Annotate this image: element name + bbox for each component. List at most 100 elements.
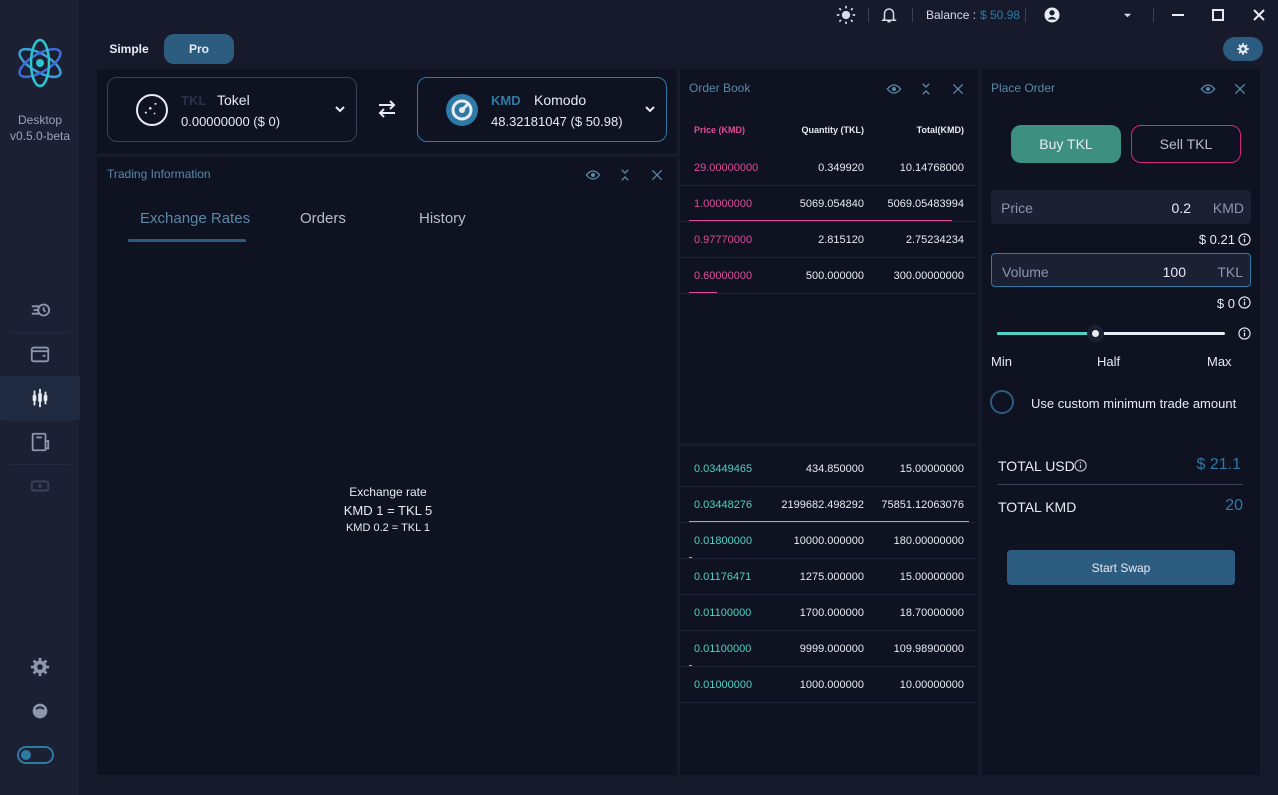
order-quantity: 2199682.498292 <box>781 499 864 511</box>
info-icon[interactable] <box>1238 327 1251 345</box>
tab-exchange-rates[interactable]: Exchange Rates <box>140 210 250 227</box>
swap-pair-icon[interactable] <box>376 99 398 119</box>
addressbook-icon[interactable] <box>0 420 80 464</box>
trading-information-title: Trading Information <box>107 167 211 181</box>
eye-icon[interactable] <box>585 167 601 183</box>
order-quantity: 2.815120 <box>818 234 864 246</box>
custom-min-radio[interactable] <box>990 390 1014 414</box>
info-icon[interactable] <box>1074 459 1087 477</box>
user-icon[interactable] <box>1043 0 1061 30</box>
bid-order-row[interactable]: 0.01176471 1275.000000 15.00000000 <box>680 559 978 595</box>
base-ticker-selector[interactable]: TKL Tokel 0.00000000 ($ 0) <box>107 77 357 142</box>
bid-order-row[interactable]: 0.03448276 2199682.498292 75851.12063076 <box>680 487 978 523</box>
rel-name: Komodo <box>534 92 587 108</box>
volume-field[interactable]: Volume 100 TKL <box>991 253 1251 287</box>
app-version: v0.5.0-beta <box>9 129 71 143</box>
order-price: 0.03448276 <box>694 499 753 511</box>
header-total: Total(KMD) <box>916 125 964 135</box>
eye-icon[interactable] <box>1200 81 1216 97</box>
tab-orders[interactable]: Orders <box>300 210 346 227</box>
toggle-knob <box>21 750 31 760</box>
maximize-icon[interactable] <box>1212 0 1224 30</box>
total-usd-label: TOTAL USD <box>998 458 1075 474</box>
base-amount: 0.00000000 ($ 0) <box>181 114 281 129</box>
price-label: Price <box>1001 200 1033 216</box>
order-total: 180.00000000 <box>893 535 964 547</box>
bid-order-row[interactable]: 0.01100000 9999.000000 109.98900000 <box>680 631 978 667</box>
total-divider <box>998 484 1243 485</box>
simple-mode-button[interactable]: Simple <box>104 34 154 64</box>
bid-order-row[interactable]: 0.01100000 1700.000000 18.70000000 <box>680 595 978 631</box>
ask-order-row[interactable]: 29.00000000 0.349920 10.14768000 <box>680 150 978 186</box>
slider-handle[interactable] <box>1087 325 1105 342</box>
order-quantity: 10000.000000 <box>793 535 864 547</box>
close-panel-icon[interactable] <box>649 167 665 183</box>
order-price: 0.01100000 <box>694 643 752 655</box>
close-window-icon[interactable] <box>1253 0 1265 30</box>
info-icon[interactable] <box>1238 296 1251 314</box>
order-quantity: 5069.054840 <box>799 198 864 210</box>
dex-icon[interactable] <box>0 376 80 420</box>
sidebar: Desktop v0.5.0-beta <box>0 0 80 795</box>
collapse-icon[interactable] <box>918 81 934 97</box>
balance-label: Balance : <box>926 8 977 22</box>
layout-settings-button[interactable] <box>1223 37 1263 61</box>
exchange-rate-line1: KMD 1 = TKL 5 <box>343 503 433 518</box>
close-panel-icon[interactable] <box>1232 81 1248 97</box>
base-name: Tokel <box>217 92 250 108</box>
ask-order-row[interactable]: 0.60000000 500.000000 300.00000000 <box>680 258 978 294</box>
user-dropdown-icon[interactable] <box>1123 0 1132 30</box>
order-total: 5069.05483994 <box>887 198 964 210</box>
header-quantity: Quantity (TKL) <box>801 125 865 135</box>
sun-icon[interactable] <box>836 0 856 30</box>
komodo-coin-icon <box>446 94 478 126</box>
collapse-icon[interactable] <box>617 167 633 183</box>
order-total: 300.00000000 <box>893 270 964 282</box>
settings-gear-icon[interactable] <box>0 645 80 689</box>
place-order-panel: Place Order <box>982 69 1260 775</box>
order-total: 18.70000000 <box>899 607 964 619</box>
price-value: 0.2 <box>1171 200 1191 216</box>
eye-icon[interactable] <box>886 81 902 97</box>
price-field[interactable]: Price 0.2 KMD <box>991 190 1251 224</box>
order-price: 0.01000000 <box>694 679 753 691</box>
sell-button[interactable]: Sell TKL <box>1131 125 1241 163</box>
volume-unit: TKL <box>1217 264 1243 280</box>
order-price: 0.97770000 <box>694 234 753 246</box>
price-usd: $ 0.21 <box>1198 232 1235 247</box>
ask-order-row[interactable]: 0.97770000 2.815120 2.75234234 <box>680 222 978 258</box>
theme-toggle[interactable] <box>17 746 54 764</box>
rel-ticker-selector[interactable]: KMD Komodo 48.32181047 ($ 50.98) <box>417 77 667 142</box>
bid-order-row[interactable]: 0.03449465 434.850000 15.00000000 <box>680 451 978 487</box>
gear-icon <box>1237 43 1249 55</box>
wallet-icon[interactable] <box>0 332 80 376</box>
pro-mode-button[interactable]: Pro <box>164 34 234 64</box>
minimize-icon[interactable] <box>1172 0 1184 30</box>
close-panel-icon[interactable] <box>950 81 966 97</box>
order-price: 0.01800000 <box>694 535 753 547</box>
ask-order-row[interactable]: 1.00000000 5069.054840 5069.05483994 <box>680 186 978 222</box>
order-price: 0.03449465 <box>694 463 753 475</box>
support-icon[interactable] <box>0 689 80 733</box>
order-price: 0.01176471 <box>694 571 752 583</box>
bid-order-row[interactable]: 0.01000000 1000.000000 10.00000000 <box>680 667 978 703</box>
dashboard-icon[interactable] <box>0 288 80 332</box>
header-price: Price (KMD) <box>694 125 746 135</box>
base-symbol: TKL <box>181 93 207 108</box>
app-logo <box>14 36 66 90</box>
bid-order-row[interactable]: 0.01800000 10000.000000 180.00000000 <box>680 523 978 559</box>
volume-slider[interactable] <box>997 325 1225 342</box>
total-usd-text: TOTAL USD <box>998 458 1075 474</box>
order-price: 1.00000000 <box>694 198 753 210</box>
order-quantity: 500.000000 <box>805 270 864 282</box>
fiat-icon[interactable] <box>0 464 80 508</box>
buy-button[interactable]: Buy TKL <box>1011 125 1121 163</box>
info-icon[interactable] <box>1238 233 1251 251</box>
bell-icon[interactable] <box>880 0 898 30</box>
custom-min-label[interactable]: Use custom minimum trade amount <box>1031 396 1236 411</box>
tab-history[interactable]: History <box>419 210 466 227</box>
row-divider <box>680 702 978 703</box>
tokel-coin-icon <box>136 94 168 126</box>
slider-min-label: Min <box>991 354 1012 369</box>
start-swap-button[interactable]: Start Swap <box>1007 550 1235 585</box>
